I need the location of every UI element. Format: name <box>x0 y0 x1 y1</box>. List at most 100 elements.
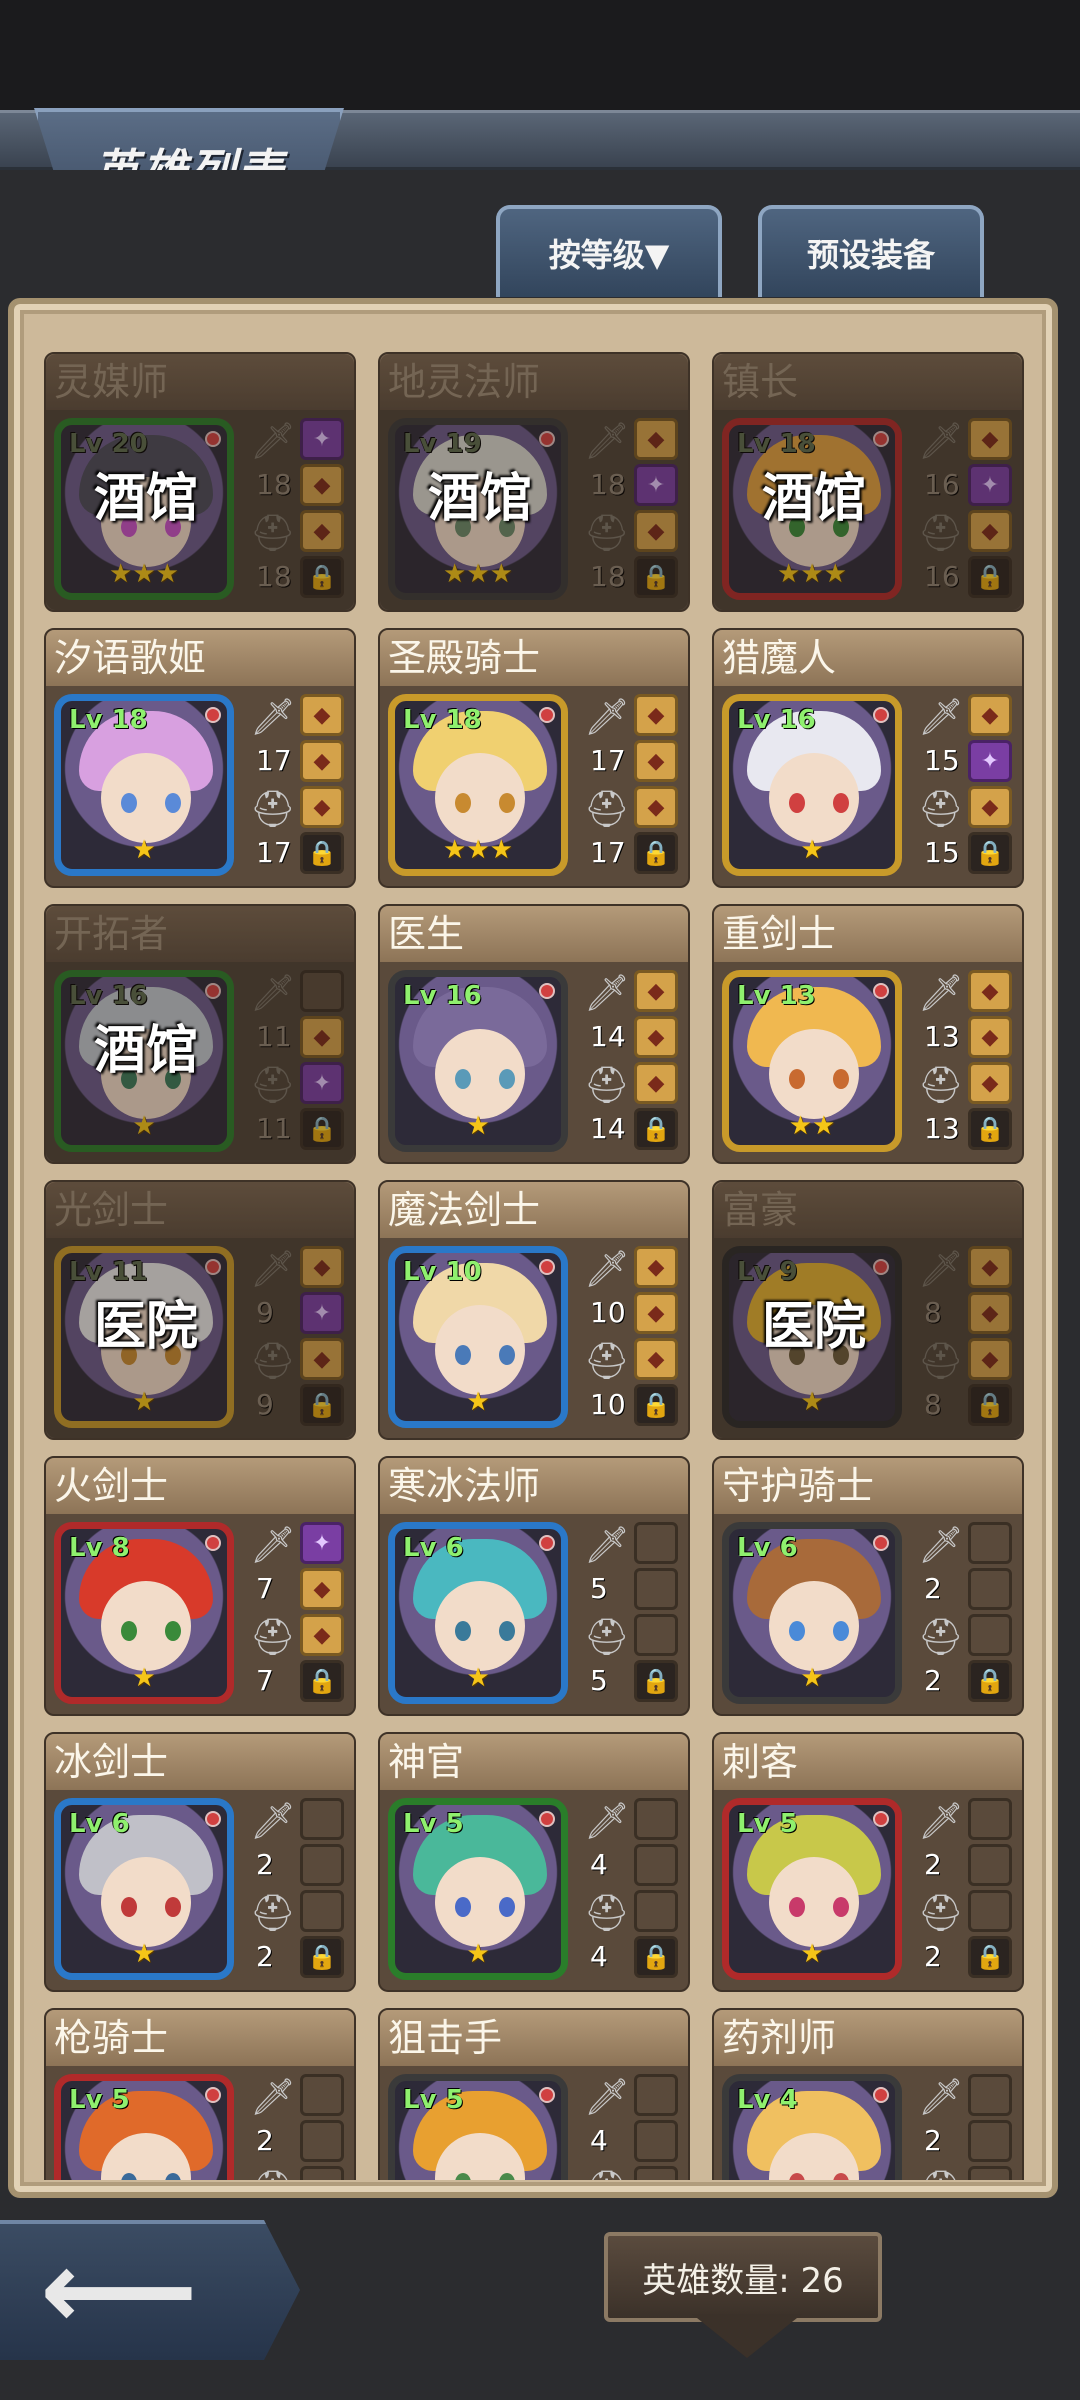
lock-icon[interactable]: 🔒 <box>968 1108 1012 1150</box>
hero-portrait[interactable]: Lv 6 ★ <box>722 1522 902 1704</box>
equipment-slot[interactable]: ◆ <box>968 510 1012 552</box>
hero-card[interactable]: 镇长 Lv 18 ★★★ 酒馆 🗡 16 ⛑ 16 ◆ ✦ ◆ 🔒 <box>712 352 1024 612</box>
equipment-slot[interactable] <box>968 1522 1012 1564</box>
equipment-slot[interactable]: ◆ <box>300 786 344 828</box>
hero-card[interactable]: 重剑士 Lv 13 ★★ 🗡 13 ⛑ 13 ◆ ◆ ◆ 🔒 <box>712 904 1024 1164</box>
equipment-slot[interactable] <box>634 1798 678 1840</box>
hero-portrait[interactable]: Lv 18 ★★★ <box>388 694 568 876</box>
hero-portrait[interactable]: Lv 18 ★ <box>54 694 234 876</box>
back-arrow-icon[interactable]: ⟵ <box>40 2235 240 2345</box>
hero-card[interactable]: 灵媒师 Lv 20 ★★★ 酒馆 🗡 18 ⛑ 18 ✦ ◆ ◆ 🔒 <box>44 352 356 612</box>
hero-card[interactable]: 汐语歌姬 Lv 18 ★ 🗡 17 ⛑ 17 ◆ ◆ ◆ 🔒 <box>44 628 356 888</box>
lock-icon[interactable]: 🔒 <box>300 556 344 598</box>
equipment-slot[interactable] <box>634 1844 678 1886</box>
lock-icon[interactable]: 🔒 <box>634 1936 678 1978</box>
equipment-slot[interactable]: ◆ <box>300 1246 344 1288</box>
equipment-slot[interactable]: ◆ <box>300 1016 344 1058</box>
equipment-slot[interactable]: ◆ <box>300 1338 344 1380</box>
equipment-slot[interactable] <box>634 1890 678 1932</box>
hero-portrait[interactable]: Lv 8 ★ <box>54 1522 234 1704</box>
equipment-slot[interactable]: ◆ <box>968 970 1012 1012</box>
hero-card[interactable]: 圣殿骑士 Lv 18 ★★★ 🗡 17 ⛑ 17 ◆ ◆ ◆ 🔒 <box>378 628 690 888</box>
equipment-slot[interactable]: ✦ <box>300 418 344 460</box>
equipment-slot[interactable]: ◆ <box>968 694 1012 736</box>
hero-card[interactable]: 开拓者 Lv 16 ★ 酒馆 🗡 11 ⛑ 11 ◆ ✦ 🔒 <box>44 904 356 1164</box>
lock-icon[interactable]: 🔒 <box>968 1660 1012 1702</box>
equipment-slot[interactable] <box>968 2120 1012 2162</box>
equipment-slot[interactable]: ◆ <box>300 1568 344 1610</box>
equipment-slot[interactable]: ◆ <box>300 694 344 736</box>
equipment-slot[interactable]: ✦ <box>300 1062 344 1104</box>
equipment-slot[interactable] <box>300 2074 344 2116</box>
equipment-slot[interactable]: ✦ <box>300 1292 344 1334</box>
lock-icon[interactable]: 🔒 <box>634 1384 678 1426</box>
hero-card[interactable]: 刺客 Lv 5 ★ 🗡 2 ⛑ 2 🔒 <box>712 1732 1024 1992</box>
lock-icon[interactable]: 🔒 <box>300 832 344 874</box>
lock-icon[interactable]: 🔒 <box>968 832 1012 874</box>
hero-portrait[interactable]: Lv 16 ★ <box>388 970 568 1152</box>
equipment-slot[interactable]: ◆ <box>968 1246 1012 1288</box>
hero-card[interactable]: 枪骑士 Lv 5 ★ 🗡 2 ⛑ 2 🔒 <box>44 2008 356 2180</box>
equipment-slot[interactable] <box>634 1614 678 1656</box>
lock-icon[interactable]: 🔒 <box>300 1108 344 1150</box>
equipment-slot[interactable]: ◆ <box>968 1016 1012 1058</box>
hero-card[interactable]: 寒冰法师 Lv 6 ★ 🗡 5 ⛑ 5 🔒 <box>378 1456 690 1716</box>
equipment-slot[interactable] <box>968 2166 1012 2180</box>
lock-icon[interactable]: 🔒 <box>300 1384 344 1426</box>
equipment-slot[interactable]: ◆ <box>634 740 678 782</box>
lock-icon[interactable]: 🔒 <box>968 1384 1012 1426</box>
equipment-slot[interactable]: ◆ <box>300 464 344 506</box>
equipment-slot[interactable]: ◆ <box>968 1338 1012 1380</box>
equipment-slot[interactable] <box>300 1798 344 1840</box>
equipment-slot[interactable]: ✦ <box>300 1522 344 1564</box>
equipment-slot[interactable] <box>968 2074 1012 2116</box>
hero-portrait[interactable]: Lv 13 ★★ <box>722 970 902 1152</box>
equipment-slot[interactable]: ◆ <box>300 740 344 782</box>
hero-portrait[interactable]: Lv 5 ★ <box>388 2074 568 2180</box>
equipment-slot[interactable]: ◆ <box>634 786 678 828</box>
equipment-slot[interactable]: ◆ <box>634 694 678 736</box>
equipment-slot[interactable]: ◆ <box>634 510 678 552</box>
hero-portrait[interactable]: Lv 5 ★ <box>54 2074 234 2180</box>
hero-card[interactable]: 狙击手 Lv 5 ★ 🗡 4 ⛑ 4 🔒 <box>378 2008 690 2180</box>
hero-card[interactable]: 火剑士 Lv 8 ★ 🗡 7 ⛑ 7 ✦ ◆ ◆ 🔒 <box>44 1456 356 1716</box>
equipment-slot[interactable] <box>634 2166 678 2180</box>
equipment-slot[interactable]: ◆ <box>634 418 678 460</box>
hero-card[interactable]: 冰剑士 Lv 6 ★ 🗡 2 ⛑ 2 🔒 <box>44 1732 356 1992</box>
equipment-slot[interactable]: ◆ <box>634 1246 678 1288</box>
equipment-slot[interactable] <box>300 2120 344 2162</box>
lock-icon[interactable]: 🔒 <box>968 1936 1012 1978</box>
lock-icon[interactable]: 🔒 <box>634 1108 678 1150</box>
equipment-slot[interactable] <box>300 2166 344 2180</box>
equipment-slot[interactable] <box>968 1568 1012 1610</box>
hero-portrait[interactable]: Lv 10 ★ <box>388 1246 568 1428</box>
hero-card[interactable]: 医生 Lv 16 ★ 🗡 14 ⛑ 14 ◆ ◆ ◆ 🔒 <box>378 904 690 1164</box>
hero-card[interactable]: 富豪 Lv 9 ★ 医院 🗡 8 ⛑ 8 ◆ ◆ ◆ 🔒 <box>712 1180 1024 1440</box>
lock-icon[interactable]: 🔒 <box>968 556 1012 598</box>
equipment-slot[interactable]: ◆ <box>968 1062 1012 1104</box>
equipment-slot[interactable] <box>968 1844 1012 1886</box>
equipment-slot[interactable] <box>300 1890 344 1932</box>
lock-icon[interactable]: 🔒 <box>634 556 678 598</box>
hero-card[interactable]: 光剑士 Lv 11 ★ 医院 🗡 9 ⛑ 9 ◆ ✦ ◆ 🔒 <box>44 1180 356 1440</box>
hero-list-scroll[interactable]: 灵媒师 Lv 20 ★★★ 酒馆 🗡 18 ⛑ 18 ✦◆◆ 🔒 地灵法师 <box>44 352 1036 2180</box>
hero-card[interactable]: 药剂师 Lv 4 ★ 🗡 2 ⛑ 2 🔒 <box>712 2008 1024 2180</box>
equipment-slot[interactable]: ◆ <box>634 1062 678 1104</box>
equipment-slot[interactable] <box>634 1522 678 1564</box>
preset-equipment-button[interactable]: 预设装备 <box>758 205 984 297</box>
equipment-slot[interactable]: ◆ <box>634 1338 678 1380</box>
hero-portrait[interactable]: Lv 6 ★ <box>388 1522 568 1704</box>
equipment-slot[interactable] <box>968 1798 1012 1840</box>
equipment-slot[interactable]: ✦ <box>968 740 1012 782</box>
hero-portrait[interactable]: Lv 6 ★ <box>54 1798 234 1980</box>
hero-card[interactable]: 魔法剑士 Lv 10 ★ 🗡 10 ⛑ 10 ◆ ◆ ◆ 🔒 <box>378 1180 690 1440</box>
equipment-slot[interactable]: ◆ <box>968 786 1012 828</box>
lock-icon[interactable]: 🔒 <box>634 1660 678 1702</box>
hero-portrait[interactable]: Lv 5 ★ <box>722 1798 902 1980</box>
equipment-slot[interactable]: ◆ <box>300 510 344 552</box>
equipment-slot[interactable] <box>634 2074 678 2116</box>
equipment-slot[interactable]: ◆ <box>968 418 1012 460</box>
lock-icon[interactable]: 🔒 <box>634 832 678 874</box>
lock-icon[interactable]: 🔒 <box>300 1936 344 1978</box>
hero-card[interactable]: 地灵法师 Lv 19 ★★★ 酒馆 🗡 18 ⛑ 18 ◆ ✦ ◆ 🔒 <box>378 352 690 612</box>
